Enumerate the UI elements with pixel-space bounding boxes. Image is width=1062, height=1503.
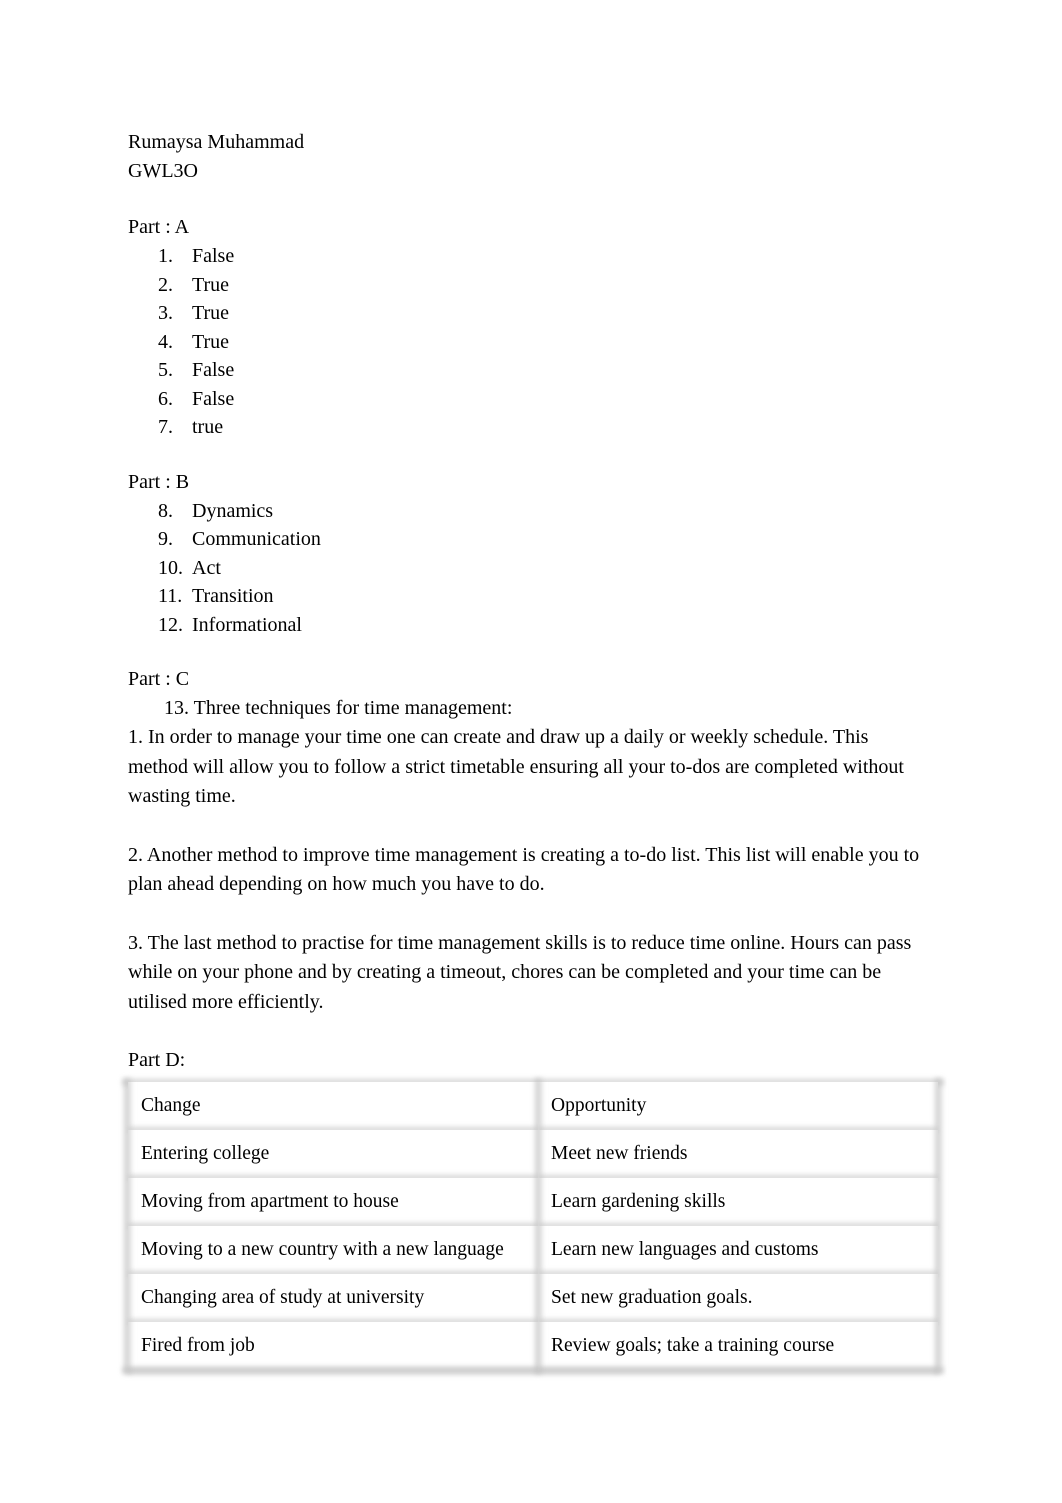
part-b-list: 8. Dynamics 9. Communication 10. Act 11.… bbox=[128, 497, 938, 640]
table-cell-change: Moving from apartment to house bbox=[128, 1178, 538, 1226]
list-item: 6. False bbox=[128, 385, 938, 414]
list-item-text: True bbox=[192, 302, 230, 324]
list-item-text: False bbox=[192, 387, 235, 410]
list-marker: 1. bbox=[158, 245, 173, 267]
part-c-paragraph-2: 2. Another method to improve time manage… bbox=[128, 843, 920, 896]
list-item-text: True bbox=[192, 273, 230, 296]
part-d-label: Part D: bbox=[128, 1049, 186, 1071]
list-marker: 8. bbox=[158, 499, 173, 522]
change-opportunity-table: Change Opportunity Entering college Meet… bbox=[128, 1082, 938, 1370]
list-item: 7. true bbox=[128, 413, 938, 442]
table-cell-change: Changing area of study at university bbox=[128, 1274, 538, 1322]
table-header-cell-opportunity: Opportunity bbox=[538, 1082, 938, 1130]
list-item-text: Transition bbox=[192, 585, 274, 607]
part-b-heading: Part : B bbox=[128, 470, 190, 493]
table-row: Moving from apartment to house Learn gar… bbox=[128, 1178, 938, 1226]
table-cell-opportunity: Learn new languages and customs bbox=[538, 1226, 938, 1274]
table-cell-opportunity: Set new graduation goals. bbox=[538, 1274, 938, 1322]
list-marker: 12. bbox=[158, 613, 183, 636]
course-code: GWL3O bbox=[128, 160, 198, 182]
table-cell-opportunity: Review goals; take a training course bbox=[538, 1322, 938, 1370]
table-header-row: Change Opportunity bbox=[128, 1082, 938, 1130]
list-item: 2. True bbox=[128, 271, 938, 300]
list-item-text: Informational bbox=[192, 613, 302, 636]
table-cell-opportunity: Learn gardening skills bbox=[538, 1178, 938, 1226]
list-item-text: Communication bbox=[192, 528, 321, 550]
list-marker: 10. bbox=[158, 556, 183, 579]
list-item: 10. Act bbox=[128, 554, 938, 583]
list-marker: 5. bbox=[158, 359, 173, 381]
list-marker: 3. bbox=[158, 302, 173, 324]
list-item: 8. Dynamics bbox=[128, 497, 938, 526]
table-header-cell-change: Change bbox=[128, 1082, 538, 1130]
list-item: 9. Communication bbox=[128, 525, 938, 554]
part-c-heading: Part : C bbox=[128, 668, 190, 690]
list-marker: 2. bbox=[158, 273, 173, 296]
table-cell-change: Fired from job bbox=[128, 1322, 538, 1370]
part-c-paragraph-1: 1. In order to manage your time one can … bbox=[128, 726, 904, 807]
table-cell-change: Entering college bbox=[128, 1130, 538, 1178]
part-d-table-wrapper: Change Opportunity Entering college Meet… bbox=[122, 1077, 944, 1376]
part-c-paragraph-3: 3. The last method to practise for time … bbox=[128, 931, 912, 1013]
document-page: Rumaysa Muhammad GWL3O Part : A 1. False… bbox=[0, 0, 1062, 1503]
question-13: 13. Three techniques for time management… bbox=[164, 697, 513, 719]
list-item-text: true bbox=[192, 416, 224, 438]
table-cell-opportunity: Meet new friends bbox=[538, 1130, 938, 1178]
list-item-text: False bbox=[192, 359, 235, 381]
table-row: Entering college Meet new friends bbox=[128, 1130, 938, 1178]
table-row: Changing area of study at university Set… bbox=[128, 1274, 938, 1322]
list-item: 11. Transition bbox=[128, 582, 938, 611]
list-item-text: Dynamics bbox=[192, 499, 274, 522]
list-marker: 9. bbox=[158, 528, 173, 550]
list-marker: 4. bbox=[158, 330, 173, 353]
list-item: 4. True bbox=[128, 328, 938, 357]
list-item: 3. True bbox=[128, 299, 938, 328]
list-item-text: False bbox=[192, 245, 235, 267]
author-name: Rumaysa Muhammad bbox=[128, 131, 305, 153]
list-item: 12. Informational bbox=[128, 611, 938, 640]
list-item: 5. False bbox=[128, 356, 938, 385]
list-item-text: True bbox=[192, 330, 230, 353]
table-row: Moving to a new country with a new langu… bbox=[128, 1226, 938, 1274]
part-a-heading: Part : A bbox=[128, 216, 190, 238]
table-row: Fired from job Review goals; take a trai… bbox=[128, 1322, 938, 1370]
part-a-list: 1. False 2. True 3. True 4. True 5. Fals… bbox=[128, 242, 938, 442]
list-marker: 11. bbox=[158, 585, 183, 607]
list-item: 1. False bbox=[128, 242, 938, 271]
list-marker: 6. bbox=[158, 387, 173, 410]
list-item-text: Act bbox=[192, 556, 221, 579]
document-body: Rumaysa Muhammad GWL3O Part : A 1. False… bbox=[122, 128, 944, 1376]
table-cell-change: Moving to a new country with a new langu… bbox=[128, 1226, 538, 1274]
list-marker: 7. bbox=[158, 416, 173, 438]
